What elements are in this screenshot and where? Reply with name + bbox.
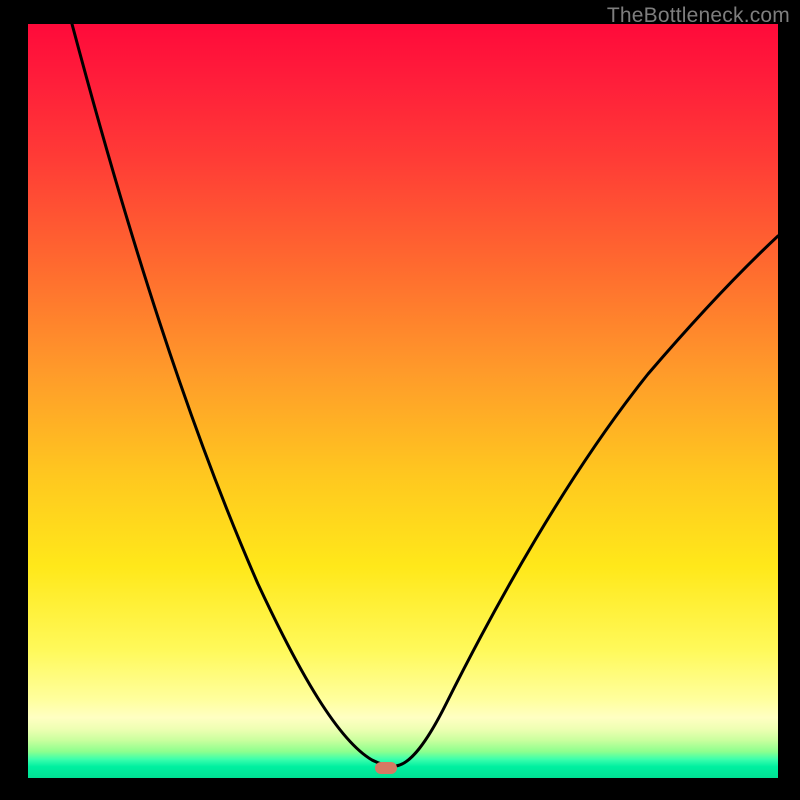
bottleneck-curve [28, 24, 778, 778]
chart-stage: TheBottleneck.com [0, 0, 800, 800]
curve-path [72, 24, 778, 766]
optimum-marker [375, 762, 397, 774]
plot-area [28, 24, 778, 778]
